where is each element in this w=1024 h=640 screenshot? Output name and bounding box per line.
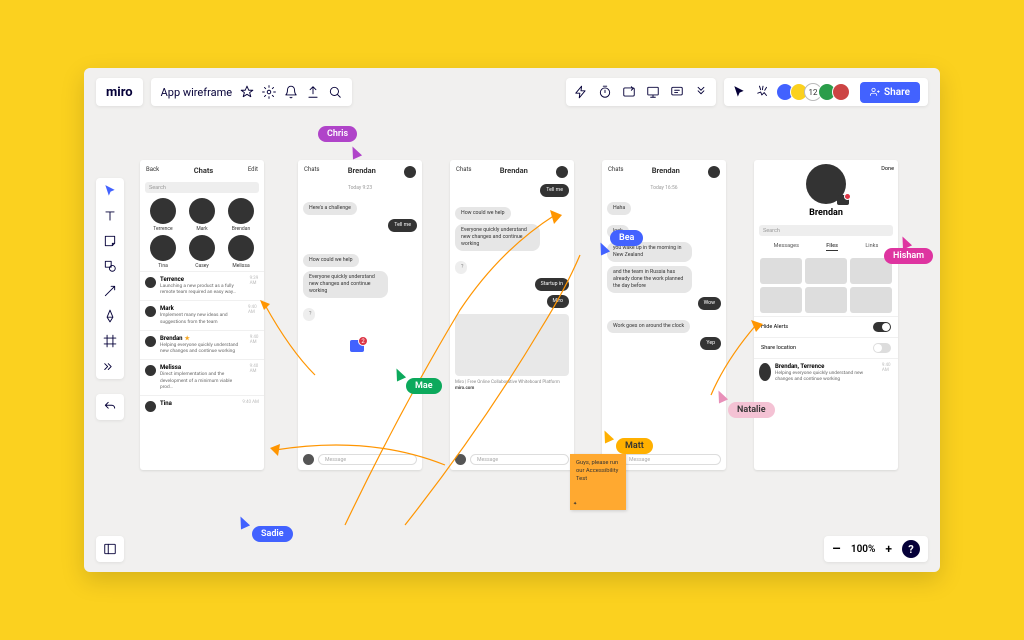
gear-icon[interactable] xyxy=(262,85,276,99)
cursor-label-natalie: Natalie xyxy=(728,402,775,418)
minimap-button[interactable] xyxy=(96,536,124,562)
undo-button[interactable] xyxy=(96,394,124,420)
link-preview xyxy=(455,314,569,376)
wireframe-chat-1[interactable]: ChatsBrendan Today 9:23 Here's a challen… xyxy=(298,160,422,470)
zoom-controls: – 100% + ? xyxy=(824,536,928,562)
search-field: Search xyxy=(145,182,259,193)
embed-icon[interactable] xyxy=(622,85,636,99)
more-tools-icon[interactable] xyxy=(103,359,117,373)
sticky-note[interactable]: Guys, please run our Accessibility Test xyxy=(570,454,626,510)
canvas[interactable]: BackChatsEdit Search Terrence Mark Brend… xyxy=(140,150,924,510)
wireframe-chats-list[interactable]: BackChatsEdit Search Terrence Mark Brend… xyxy=(140,160,264,470)
comment-thread-icon[interactable] xyxy=(350,340,364,352)
comment-icon[interactable] xyxy=(670,85,684,99)
star-icon[interactable] xyxy=(240,85,254,99)
toggle-share-location xyxy=(873,343,891,353)
wireframe-chat-3[interactable]: ChatsBrendan Today 16:56 Haha look you w… xyxy=(602,160,726,470)
zoom-out[interactable]: – xyxy=(832,541,841,557)
text-tool-icon[interactable] xyxy=(103,209,117,223)
select-tool-icon[interactable] xyxy=(103,184,117,198)
message-badge-icon xyxy=(837,195,849,205)
more-icon[interactable] xyxy=(694,85,708,99)
board-title: App wireframe xyxy=(161,86,232,99)
cursor-icon[interactable] xyxy=(732,85,746,99)
actions-group xyxy=(566,78,716,106)
export-icon[interactable] xyxy=(306,85,320,99)
undo-icon xyxy=(103,400,117,414)
sidebar-icon xyxy=(103,542,117,556)
cursor-sadie-icon xyxy=(236,514,250,529)
cursor-label-chris: Chris xyxy=(318,126,357,142)
wireframe-profile[interactable]: Done Brendan Search MessagesFilesLinks H… xyxy=(754,160,898,470)
cursor-chris-icon xyxy=(348,144,362,159)
shape-tool-icon[interactable] xyxy=(103,259,117,273)
present-icon[interactable] xyxy=(646,85,660,99)
arrow-tool-icon[interactable] xyxy=(103,284,117,298)
reactions-icon[interactable] xyxy=(756,85,770,99)
lightning-icon[interactable] xyxy=(574,85,588,99)
star-icon: ★ xyxy=(185,335,190,342)
cursor-mae-icon xyxy=(392,366,406,381)
cursor-natalie-icon xyxy=(714,388,728,403)
cursor-label-sadie: Sadie xyxy=(252,526,293,542)
sticky-tool-icon[interactable] xyxy=(103,234,117,248)
cursor-matt-icon xyxy=(600,428,614,443)
bell-icon[interactable] xyxy=(284,85,298,99)
help-button[interactable]: ? xyxy=(902,540,920,558)
wireframe-chat-2[interactable]: ChatsBrendan Tell me How could we help E… xyxy=(450,160,574,470)
frame-tool-icon[interactable] xyxy=(103,334,117,348)
share-button[interactable]: Share xyxy=(860,82,920,103)
cursor-label-bea: Bea xyxy=(610,230,643,246)
collaborator-avatars[interactable]: 12 xyxy=(780,83,850,101)
toggle-hide-alerts xyxy=(873,322,891,332)
pen-tool-icon[interactable] xyxy=(103,309,117,323)
collab-group: 12 Share xyxy=(724,78,928,106)
board-title-bar[interactable]: App wireframe xyxy=(151,78,352,106)
cursor-bea-icon xyxy=(596,240,610,255)
cursor-label-mae: Mae xyxy=(406,378,442,394)
miro-logo[interactable]: miro xyxy=(96,78,143,106)
zoom-level[interactable]: 100% xyxy=(851,544,876,555)
timer-icon[interactable] xyxy=(598,85,612,99)
side-toolbar xyxy=(96,178,124,379)
search-icon[interactable] xyxy=(328,85,342,99)
cursor-label-hisham: Hisham xyxy=(884,248,933,264)
cursor-label-matt: Matt xyxy=(616,438,653,454)
zoom-in[interactable]: + xyxy=(885,542,892,556)
